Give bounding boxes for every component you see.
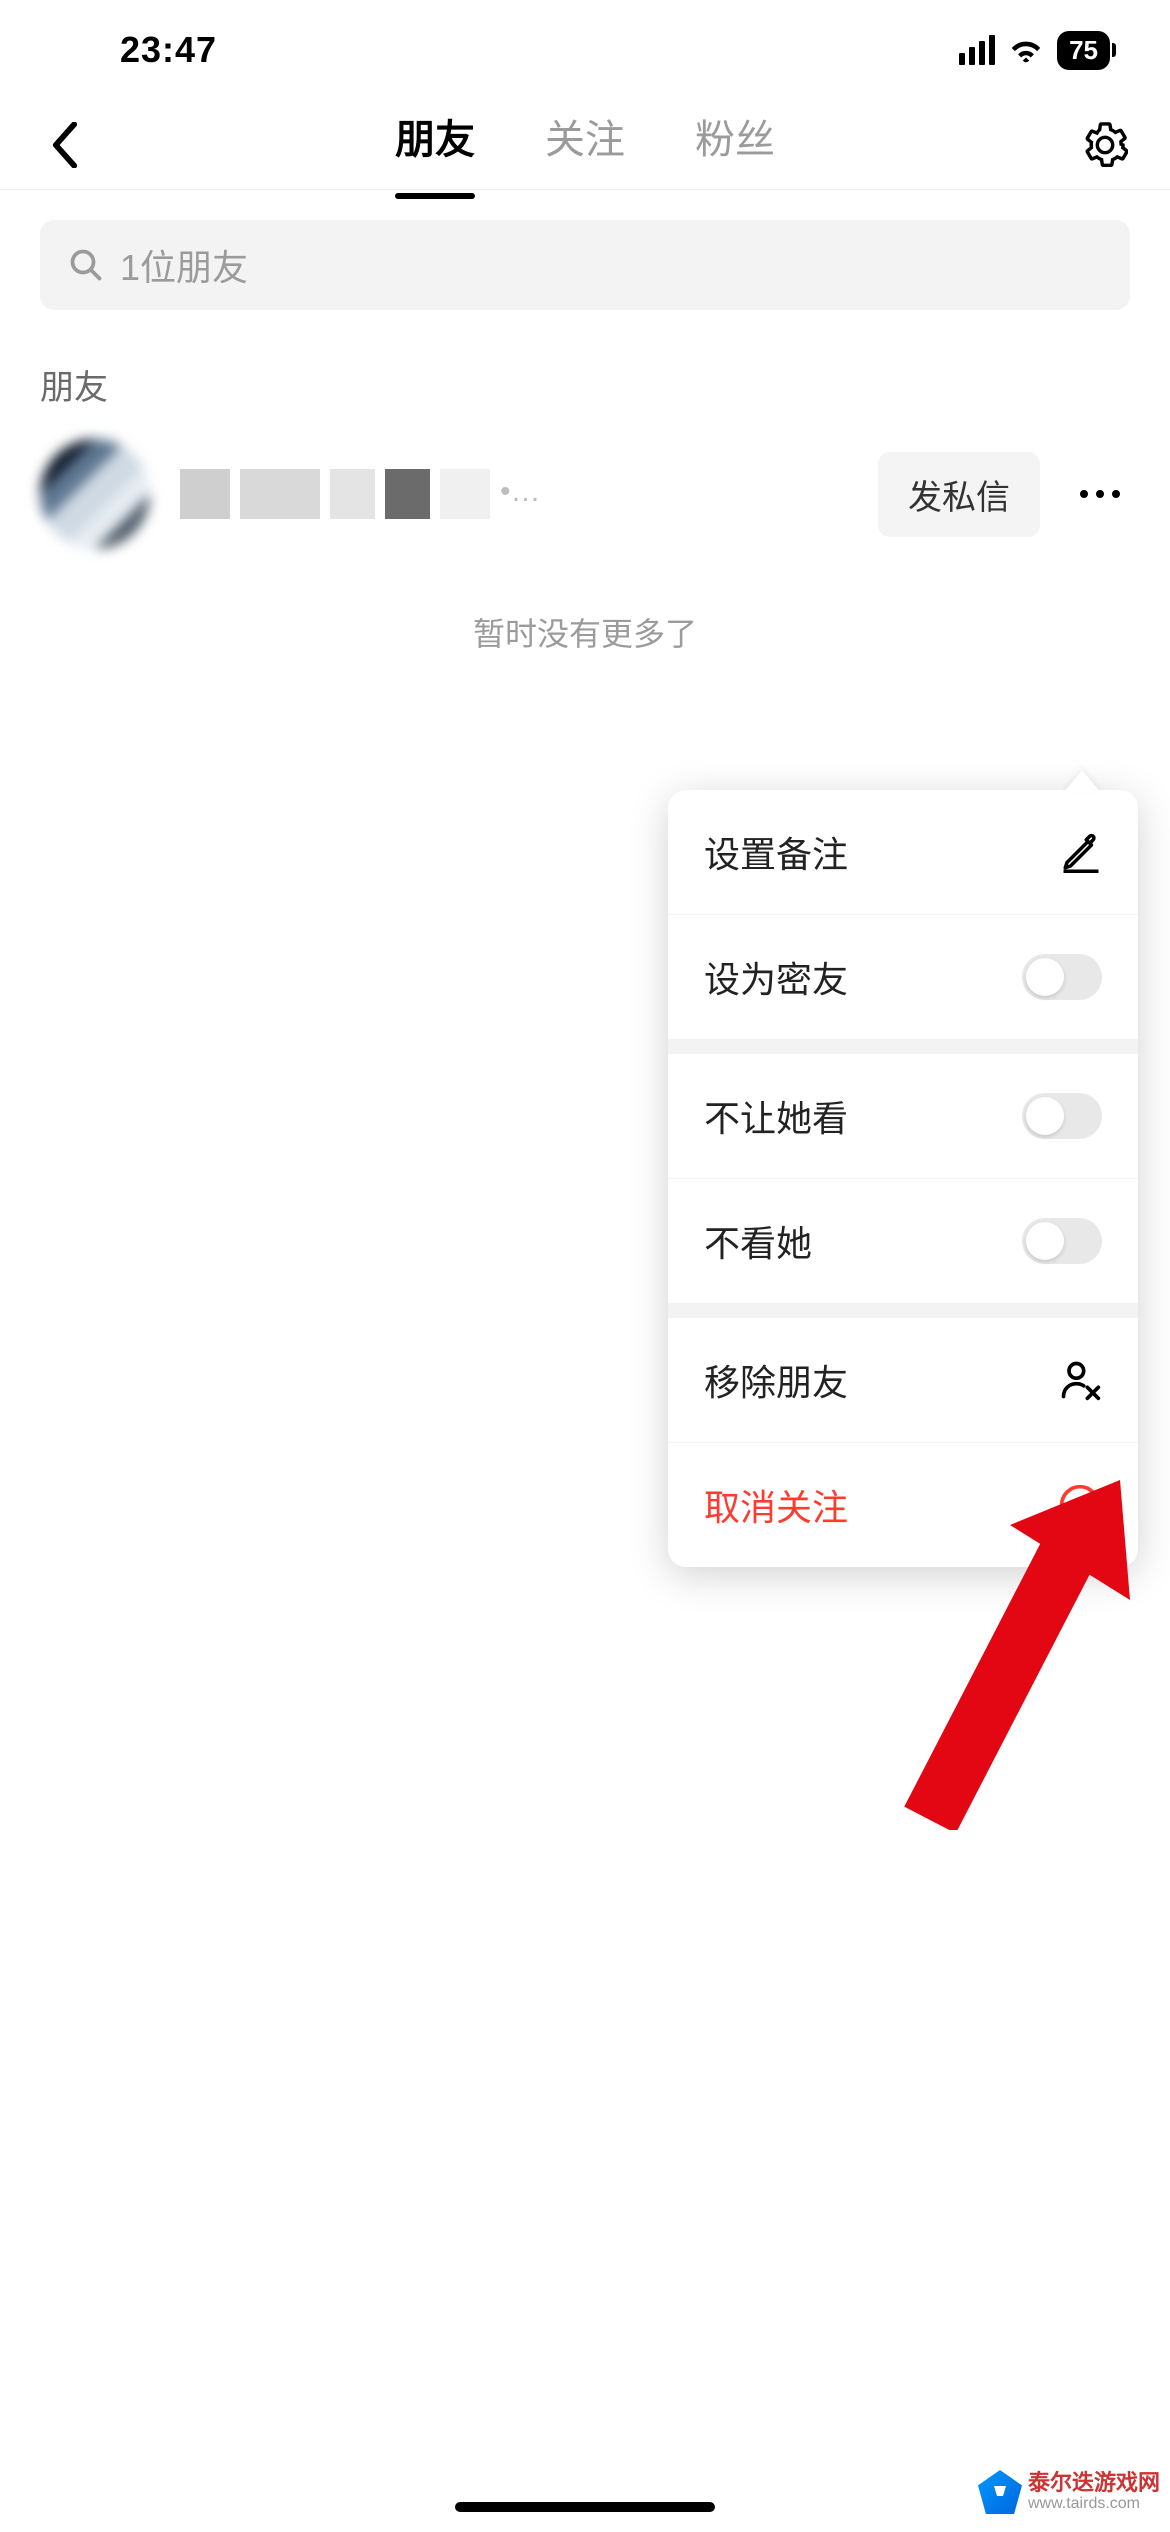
home-indicator	[455, 2502, 715, 2512]
battery-indicator: 75	[1057, 31, 1110, 70]
menu-set-remark[interactable]: 设置备注	[668, 790, 1138, 915]
tabs: 朋友 关注 粉丝	[90, 107, 1080, 183]
tab-followers[interactable]: 粉丝	[695, 107, 775, 183]
back-button[interactable]	[40, 120, 90, 170]
remove-user-icon	[1058, 1358, 1102, 1402]
search-container: 1位朋友	[0, 190, 1170, 330]
toggle-close-friend[interactable]	[1022, 954, 1102, 1000]
avatar[interactable]	[40, 439, 150, 549]
tab-following[interactable]: 关注	[545, 107, 625, 183]
search-icon	[68, 247, 104, 283]
context-menu: 设置备注 设为密友 不让她看 不看她 移除朋友 取消关注	[668, 790, 1138, 1567]
menu-set-close-friend[interactable]: 设为密友	[668, 915, 1138, 1040]
status-time: 23:47	[120, 29, 217, 71]
watermark: 泰尔迭游戏网 www.tairds.com	[978, 2470, 1160, 2514]
send-message-button[interactable]: 发私信	[878, 452, 1040, 537]
wifi-icon	[1007, 33, 1045, 68]
header: 朋友 关注 粉丝	[0, 100, 1170, 190]
tab-friends[interactable]: 朋友	[395, 107, 475, 183]
toggle-dont-view-her[interactable]	[1022, 1218, 1102, 1264]
unfollow-icon	[1058, 1483, 1102, 1527]
edit-icon	[1060, 831, 1102, 873]
search-input[interactable]: 1位朋友	[40, 220, 1130, 310]
menu-dont-view-her[interactable]: 不看她	[668, 1179, 1138, 1304]
menu-divider	[668, 1304, 1138, 1318]
settings-button[interactable]	[1080, 120, 1130, 170]
status-bar: 23:47 75	[0, 0, 1170, 100]
search-placeholder: 1位朋友	[120, 239, 248, 291]
watermark-logo-icon	[978, 2470, 1022, 2514]
menu-divider	[668, 1040, 1138, 1054]
more-button[interactable]	[1070, 490, 1130, 498]
friend-name: •…	[180, 469, 848, 519]
menu-block-her-view[interactable]: 不让她看	[668, 1054, 1138, 1179]
section-label: 朋友	[0, 330, 1170, 419]
menu-unfollow[interactable]: 取消关注	[668, 1443, 1138, 1567]
list-end-text: 暂时没有更多了	[0, 609, 1170, 655]
toggle-block-her-view[interactable]	[1022, 1093, 1102, 1139]
menu-remove-friend[interactable]: 移除朋友	[668, 1318, 1138, 1443]
signal-icon	[959, 35, 995, 65]
friend-row[interactable]: •… 发私信	[0, 419, 1170, 569]
status-indicators: 75	[959, 31, 1110, 70]
